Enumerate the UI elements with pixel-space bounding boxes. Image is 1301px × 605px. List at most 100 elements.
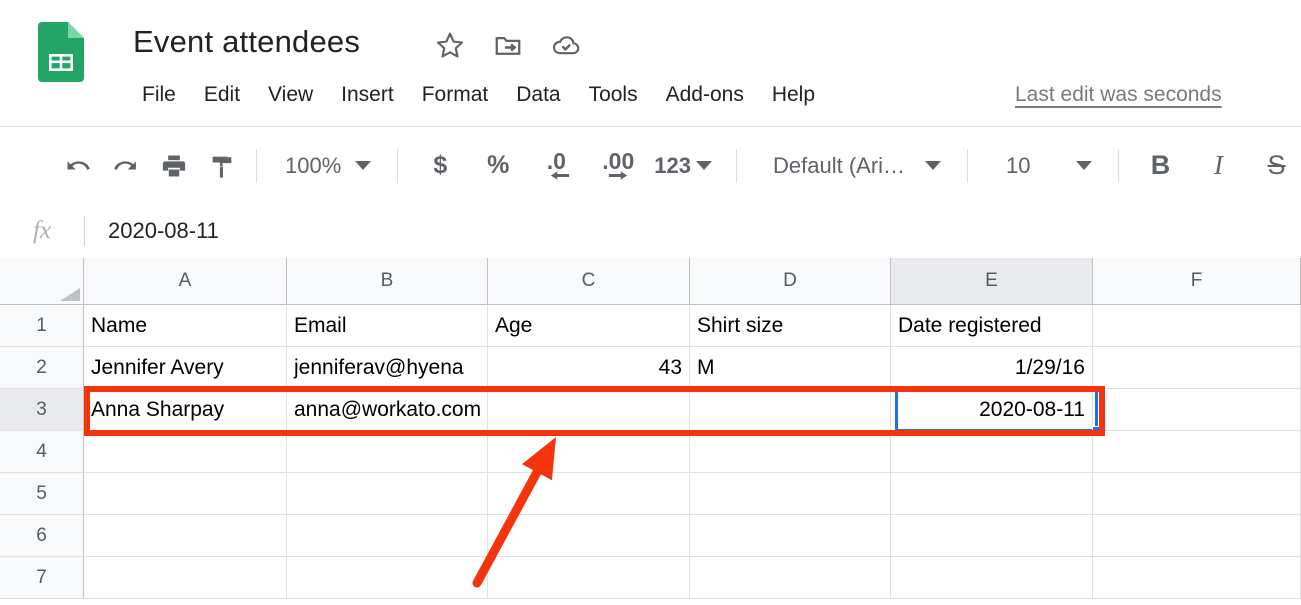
cell-F1[interactable] <box>1093 305 1301 347</box>
spreadsheet-grid: A BC D E F 1NameEmailAgeShirt sizeDate regis… <box>0 258 1301 605</box>
menu-item-edit[interactable]: Edit <box>190 78 254 112</box>
star-icon[interactable] <box>435 30 465 60</box>
cell-B5[interactable] <box>287 473 488 515</box>
menu-item-insert[interactable]: Insert <box>327 78 408 112</box>
print-icon[interactable] <box>150 142 198 190</box>
font-family-control[interactable]: Default (Ari… <box>773 153 941 179</box>
cell-E1[interactable]: Date registered <box>891 305 1093 347</box>
row-header-7[interactable]: 7 <box>0 557 84 599</box>
cell-F6[interactable] <box>1093 515 1301 557</box>
menu-item-format[interactable]: Format <box>408 78 503 112</box>
decrease-decimal-button[interactable]: .0 <box>532 142 580 190</box>
menu-bar: File Edit View Insert Format Data Tools … <box>128 78 829 112</box>
row-header-6[interactable]: 6 <box>0 515 84 557</box>
cell-A5[interactable] <box>84 473 287 515</box>
redo-icon[interactable] <box>102 142 150 190</box>
menu-item-add-ons[interactable]: Add-ons <box>652 78 758 112</box>
cell-E2[interactable]: 1/29/16 <box>891 347 1093 389</box>
row-header-5[interactable]: 5 <box>0 473 84 515</box>
font-size-control[interactable]: 10 <box>1006 153 1091 179</box>
cell-A6[interactable] <box>84 515 287 557</box>
strikethrough-button[interactable]: S <box>1253 142 1301 190</box>
undo-icon[interactable] <box>54 142 102 190</box>
cell-D2[interactable]: M <box>690 347 891 389</box>
cell-C5[interactable] <box>488 473 690 515</box>
cell-A7[interactable] <box>84 557 287 599</box>
cell-A4[interactable] <box>84 431 287 473</box>
increase-decimal-button[interactable]: .00 <box>594 142 642 190</box>
cell-A2[interactable]: Jennifer Avery <box>84 347 287 389</box>
formula-input[interactable]: 2020-08-11 <box>85 218 219 244</box>
cell-C7[interactable] <box>488 557 690 599</box>
number-format-label: 123 <box>654 153 691 179</box>
currency-format-button[interactable]: $ <box>416 142 464 190</box>
cell-A3[interactable]: Anna Sharpay <box>84 389 287 431</box>
zoom-control[interactable]: 100% <box>285 153 371 179</box>
cell-C2[interactable]: 43 <box>488 347 690 389</box>
menu-item-help[interactable]: Help <box>758 78 829 112</box>
column-header-E[interactable]: E <box>891 258 1093 305</box>
last-edit-status[interactable]: Last edit was seconds <box>1015 78 1222 112</box>
column-header-label: F <box>1191 270 1203 292</box>
cell-D1[interactable]: Shirt size <box>690 305 891 347</box>
move-to-folder-icon[interactable] <box>493 30 523 60</box>
row-header-3[interactable]: 3 <box>0 389 84 431</box>
cell-D4[interactable] <box>690 431 891 473</box>
menu-item-view[interactable]: View <box>254 78 327 112</box>
cell-value: Anna Sharpay <box>91 398 224 422</box>
column-header-label: D <box>783 270 797 292</box>
cell-C4[interactable] <box>488 431 690 473</box>
row-header-1[interactable]: 1 <box>0 305 84 347</box>
formula-bar[interactable]: fx 2020-08-11 <box>0 205 1301 257</box>
cell-B7[interactable] <box>287 557 488 599</box>
number-format-control[interactable]: 123 <box>654 153 712 179</box>
cell-D3[interactable] <box>690 389 891 431</box>
cell-C6[interactable] <box>488 515 690 557</box>
column-header-C[interactable]: C <box>488 258 690 305</box>
row-header-4[interactable]: 4 <box>0 431 84 473</box>
percent-format-button[interactable]: % <box>474 142 522 190</box>
paint-format-icon[interactable] <box>198 142 246 190</box>
cell-C3[interactable] <box>488 389 690 431</box>
cell-B4[interactable] <box>287 431 488 473</box>
cloud-saved-icon[interactable] <box>551 30 581 60</box>
select-all-corner[interactable] <box>0 258 84 305</box>
document-title[interactable]: Event attendees <box>133 22 360 62</box>
column-header-label: A <box>179 270 192 292</box>
font-family-value: Default (Ari… <box>773 153 905 179</box>
menu-item-tools[interactable]: Tools <box>575 78 652 112</box>
cell-F3[interactable] <box>1093 389 1301 431</box>
grid-rows: 1NameEmailAgeShirt sizeDate registered 2J… <box>0 305 1301 599</box>
grid-row: 6 <box>0 515 1301 557</box>
cell-E4[interactable] <box>891 431 1093 473</box>
cell-F2[interactable] <box>1093 347 1301 389</box>
cell-E3[interactable]: 2020-08-11 <box>891 389 1093 431</box>
row-header-2[interactable]: 2 <box>0 347 84 389</box>
cell-F7[interactable] <box>1093 557 1301 599</box>
fill-handle[interactable] <box>1092 426 1103 437</box>
row-header-label: 4 <box>36 441 47 463</box>
cell-D7[interactable] <box>690 557 891 599</box>
cell-E5[interactable] <box>891 473 1093 515</box>
column-header-B[interactable]: B <box>287 258 488 305</box>
cell-E6[interactable] <box>891 515 1093 557</box>
cell-B2[interactable]: jenniferav@hyena <box>287 347 488 389</box>
cell-D6[interactable] <box>690 515 891 557</box>
column-header-A[interactable]: A <box>84 258 287 305</box>
column-header-F[interactable]: F <box>1093 258 1301 305</box>
bold-button[interactable]: B <box>1137 142 1185 190</box>
italic-button[interactable]: I <box>1195 142 1243 190</box>
cell-B3[interactable]: anna@workato.com <box>287 389 488 431</box>
cell-C1[interactable]: Age <box>488 305 690 347</box>
italic-label: I <box>1214 150 1223 181</box>
cell-F4[interactable] <box>1093 431 1301 473</box>
menu-item-file[interactable]: File <box>128 78 190 112</box>
cell-E7[interactable] <box>891 557 1093 599</box>
cell-B1[interactable]: Email <box>287 305 488 347</box>
cell-F5[interactable] <box>1093 473 1301 515</box>
menu-item-data[interactable]: Data <box>502 78 574 112</box>
cell-D5[interactable] <box>690 473 891 515</box>
column-header-D[interactable]: D <box>690 258 891 305</box>
cell-A1[interactable]: Name <box>84 305 287 347</box>
cell-B6[interactable] <box>287 515 488 557</box>
